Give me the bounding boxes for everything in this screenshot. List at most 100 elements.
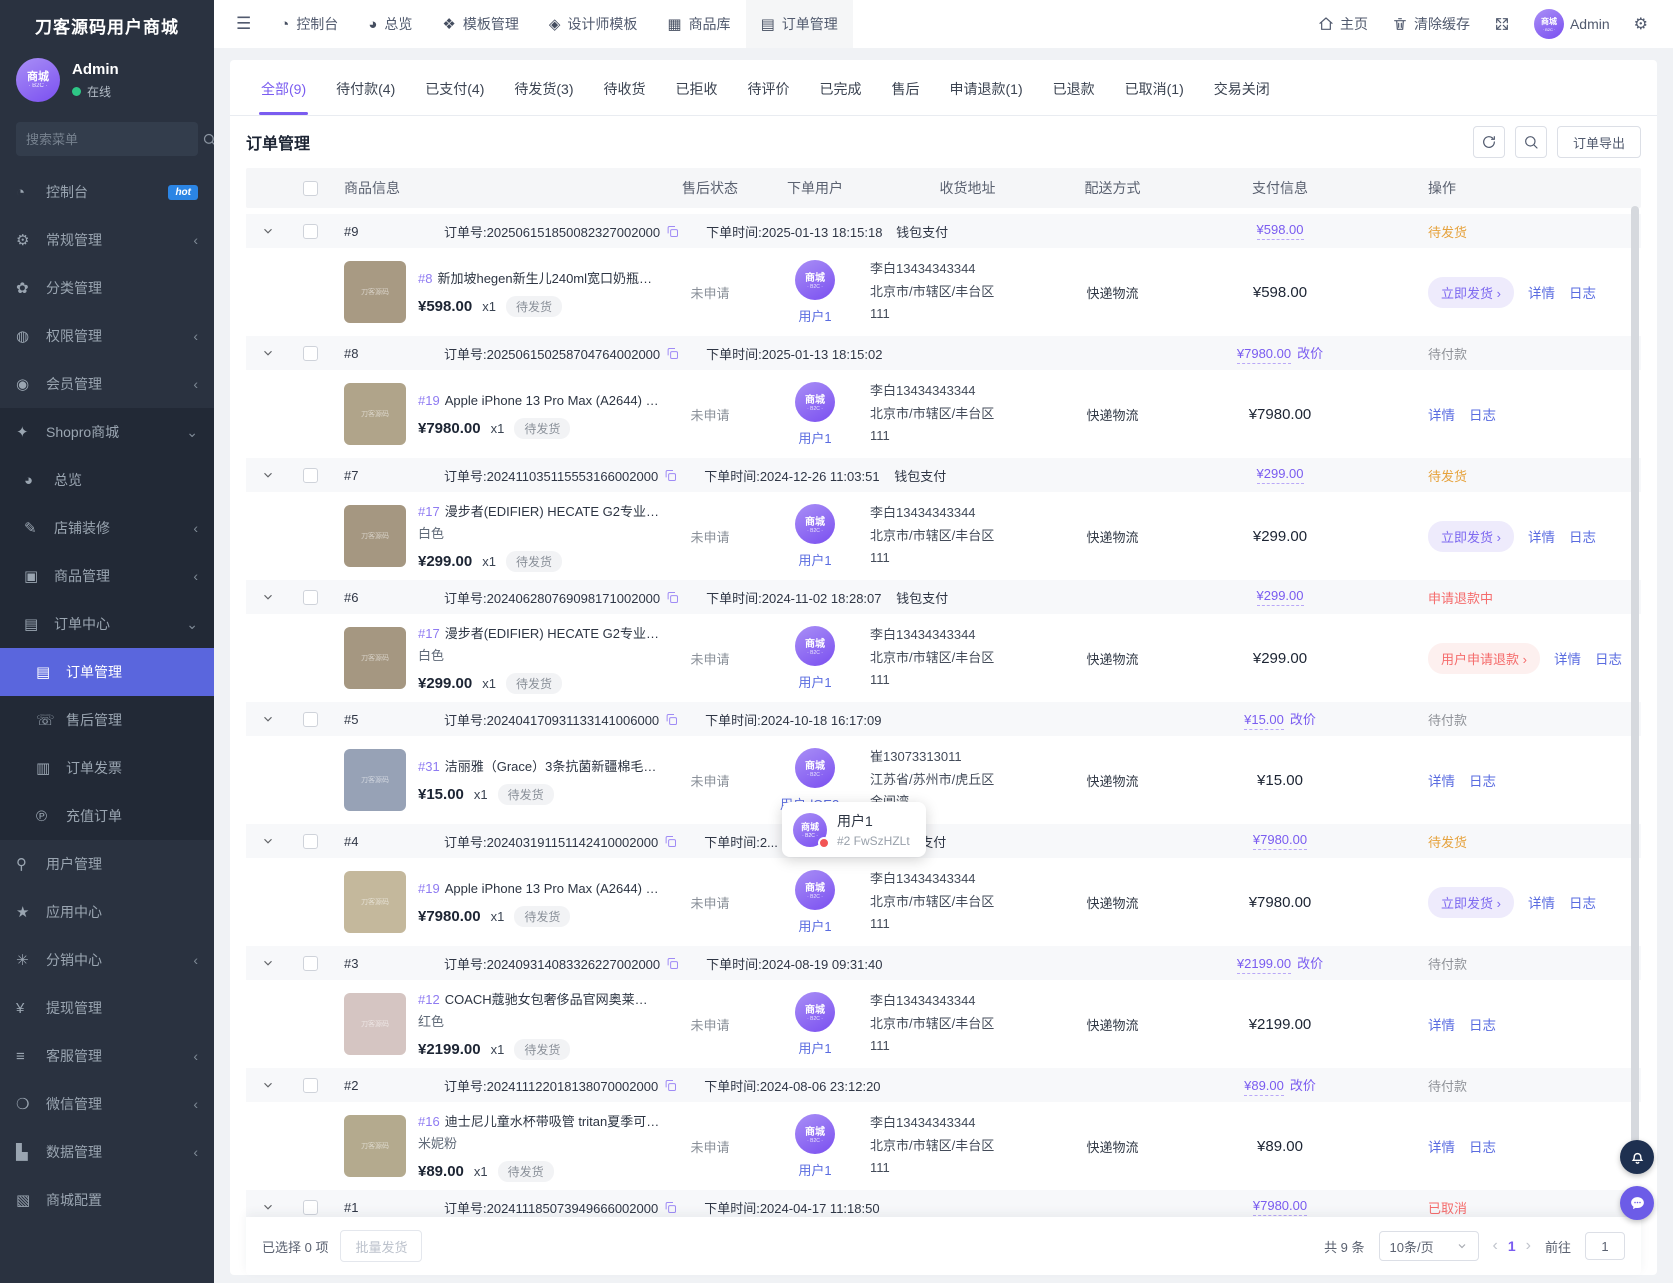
action-detail-link[interactable]: 详情 [1528, 526, 1555, 546]
expand-toggle[interactable] [246, 956, 290, 970]
product-id-link[interactable]: #19 [418, 881, 440, 896]
sidebar-item-distribution[interactable]: ✳分销中心‹ [0, 936, 214, 984]
copy-icon[interactable] [665, 346, 680, 361]
product-id-link[interactable]: #8 [418, 271, 432, 286]
table-scrollbar[interactable] [1631, 206, 1639, 1144]
copy-icon[interactable] [664, 712, 679, 727]
sidebar-item-decorate[interactable]: ✎店铺装修‹ [0, 504, 214, 552]
sidebar-item-recharge[interactable]: ℗充值订单 [0, 792, 214, 840]
sidebar-item-overview[interactable]: ◕总览 [0, 456, 214, 504]
expand-toggle[interactable] [246, 590, 290, 604]
tab-待收货[interactable]: 待收货 [589, 60, 661, 115]
order-amount-link[interactable]: ¥15.00 [1244, 712, 1284, 730]
copy-icon[interactable] [665, 224, 680, 239]
row-checkbox[interactable] [303, 468, 318, 483]
user-refund-button[interactable]: 用户申请退款 › [1428, 643, 1540, 674]
sidebar-item-member[interactable]: ◉会员管理‹ [0, 360, 214, 408]
order-amount-link[interactable]: ¥7980.00 [1253, 832, 1307, 850]
action-detail-link[interactable]: 详情 [1428, 1136, 1455, 1156]
sidebar-item-aftersale[interactable]: ☏售后管理 [0, 696, 214, 744]
change-price-link[interactable]: 改价 [1297, 953, 1323, 972]
buyer-avatar[interactable]: 商城· B2C · [795, 992, 835, 1032]
change-price-link[interactable]: 改价 [1290, 709, 1316, 728]
tab-待评价[interactable]: 待评价 [733, 60, 805, 115]
admin-menu[interactable]: 商城 · B2C · Admin [1523, 0, 1621, 48]
buyer-link[interactable]: 用户1 [798, 550, 831, 569]
sidebar-item-goods[interactable]: ▣商品管理‹ [0, 552, 214, 600]
product-id-link[interactable]: #17 [418, 626, 440, 641]
row-checkbox[interactable] [303, 346, 318, 361]
action-detail-link[interactable]: 详情 [1428, 770, 1455, 790]
buyer-avatar[interactable]: 商城· B2C · [795, 504, 835, 544]
tab-已退款[interactable]: 已退款 [1038, 60, 1110, 115]
sidebar-item-service[interactable]: ≡客服管理‹ [0, 1032, 214, 1080]
action-log-link[interactable]: 日志 [1469, 1136, 1496, 1156]
next-page-button[interactable]: › [1526, 1237, 1531, 1255]
expand-toggle[interactable] [246, 834, 290, 848]
refresh-button[interactable] [1473, 126, 1505, 158]
clear-cache-button[interactable]: 清除缓存 [1381, 0, 1481, 48]
buyer-link[interactable]: 用户1 [798, 428, 831, 447]
tab-已拒收[interactable]: 已拒收 [661, 60, 733, 115]
sidebar-item-shopro[interactable]: ✦Shopro商城⌄ [0, 408, 214, 456]
expand-toggle[interactable] [246, 1200, 290, 1214]
order-amount-link[interactable]: ¥7980.00 [1253, 1198, 1307, 1216]
buyer-link[interactable]: 用户1 [798, 916, 831, 935]
fullscreen-button[interactable] [1483, 0, 1521, 48]
tab-已支付(4)[interactable]: 已支付(4) [410, 60, 499, 115]
tab-待发货(3)[interactable]: 待发货(3) [499, 60, 588, 115]
expand-toggle[interactable] [246, 224, 290, 238]
product-id-link[interactable]: #31 [418, 759, 440, 774]
tab-申请退款(1)[interactable]: 申请退款(1) [935, 60, 1038, 115]
prev-page-button[interactable]: ‹ [1493, 1237, 1498, 1255]
buyer-avatar[interactable]: 商城· B2C · [795, 626, 835, 666]
row-checkbox[interactable] [303, 712, 318, 727]
sidebar-item-permission[interactable]: ◍权限管理‹ [0, 312, 214, 360]
row-checkbox[interactable] [303, 834, 318, 849]
row-checkbox[interactable] [303, 590, 318, 605]
row-checkbox[interactable] [303, 1200, 318, 1215]
buyer-avatar[interactable]: 商城· B2C · [795, 260, 835, 300]
copy-icon[interactable] [663, 468, 678, 483]
buyer-link[interactable]: 用户1 [798, 1160, 831, 1179]
chat-button[interactable] [1620, 1186, 1654, 1220]
action-log-link[interactable]: 日志 [1569, 892, 1596, 912]
tab-已取消(1)[interactable]: 已取消(1) [1110, 60, 1199, 115]
copy-icon[interactable] [663, 834, 678, 849]
product-id-link[interactable]: #12 [418, 992, 440, 1007]
tab-已完成[interactable]: 已完成 [805, 60, 877, 115]
sidebar-item-order-manage[interactable]: ▤订单管理 [0, 648, 214, 696]
ship-now-button[interactable]: 立即发货 › [1428, 277, 1514, 308]
row-checkbox[interactable] [303, 1078, 318, 1093]
sidebar-item-data[interactable]: ▙数据管理‹ [0, 1128, 214, 1176]
order-amount-link[interactable]: ¥598.00 [1257, 222, 1304, 240]
buyer-link[interactable]: 用户1 [798, 1038, 831, 1057]
copy-icon[interactable] [665, 590, 680, 605]
action-log-link[interactable]: 日志 [1469, 404, 1496, 424]
action-detail-link[interactable]: 详情 [1528, 892, 1555, 912]
action-log-link[interactable]: 日志 [1569, 526, 1596, 546]
order-amount-link[interactable]: ¥299.00 [1257, 588, 1304, 606]
buyer-avatar[interactable]: 商城· B2C · [795, 748, 835, 788]
topnav-item-designer[interactable]: ◈设计师模板 [534, 0, 653, 48]
goto-page-input[interactable] [1585, 1232, 1625, 1260]
notifications-button[interactable] [1620, 1140, 1654, 1174]
sidebar-item-invoice[interactable]: ▥订单发票 [0, 744, 214, 792]
buyer-link[interactable]: 用户1 [798, 306, 831, 325]
sidebar-item-user-manage[interactable]: ⚲用户管理 [0, 840, 214, 888]
change-price-link[interactable]: 改价 [1290, 1075, 1316, 1094]
admin-profile[interactable]: 商城 · B2C · Admin 在线 [0, 50, 214, 112]
page-size-select[interactable]: 10条/页 [1379, 1231, 1479, 1261]
sidebar-search-input[interactable] [26, 132, 202, 147]
change-price-link[interactable]: 改价 [1297, 343, 1323, 362]
tab-全部(9)[interactable]: 全部(9) [246, 60, 321, 115]
copy-icon[interactable] [663, 1200, 678, 1215]
action-log-link[interactable]: 日志 [1469, 1014, 1496, 1034]
sidebar-item-config[interactable]: ▧商城配置 [0, 1176, 214, 1224]
action-detail-link[interactable]: 详情 [1428, 1014, 1455, 1034]
expand-toggle[interactable] [246, 346, 290, 360]
sidebar-item-category[interactable]: ✿分类管理 [0, 264, 214, 312]
tab-待付款(4)[interactable]: 待付款(4) [321, 60, 410, 115]
home-button[interactable]: 主页 [1307, 0, 1379, 48]
buyer-avatar[interactable]: 商城· B2C · [795, 870, 835, 910]
